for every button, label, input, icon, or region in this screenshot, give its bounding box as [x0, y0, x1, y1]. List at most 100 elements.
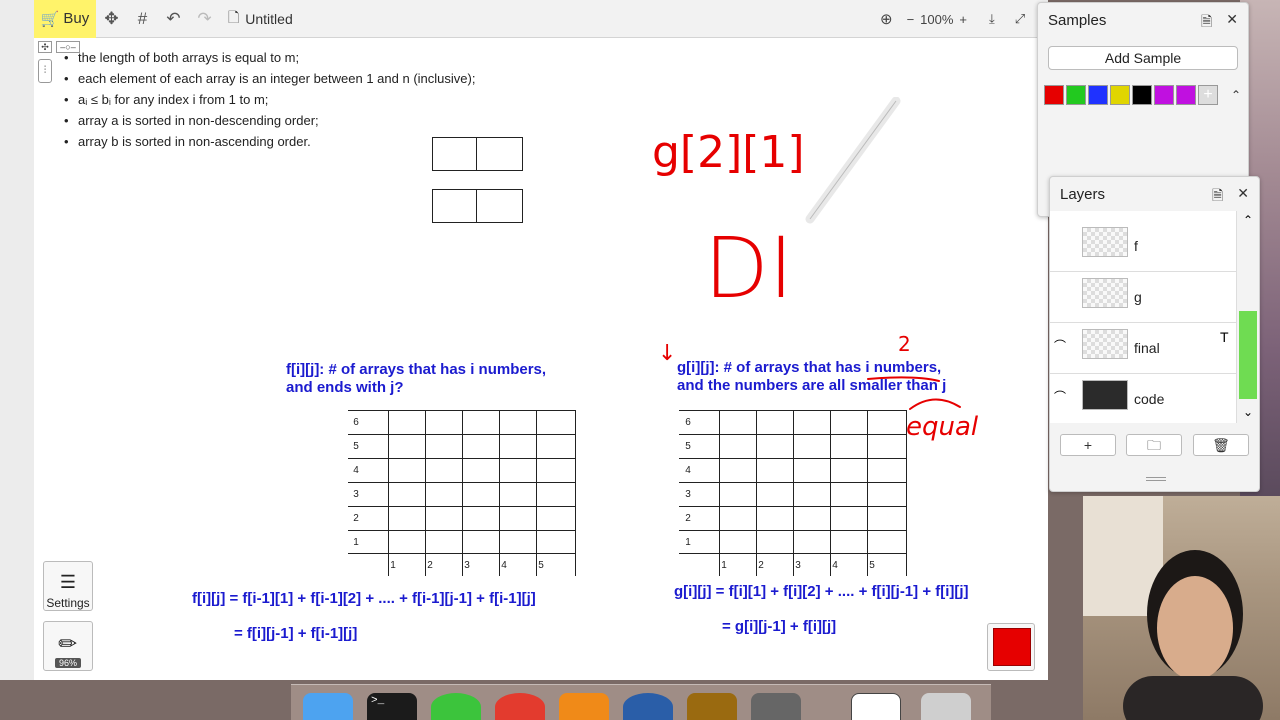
add-swatch-icon[interactable]: +: [1198, 85, 1218, 105]
settings-button[interactable]: ☰ Settings: [43, 561, 93, 611]
zoom-out-button[interactable]: −: [907, 12, 915, 27]
sublime-icon[interactable]: [559, 693, 609, 720]
move-icon[interactable]: ✥: [96, 0, 127, 38]
current-color-swatch[interactable]: [987, 623, 1035, 671]
wechat-icon[interactable]: [431, 693, 481, 720]
swatch-green[interactable]: [1066, 85, 1086, 105]
y-tick-label: 6: [685, 417, 691, 428]
swatch-black[interactable]: [1132, 85, 1152, 105]
trash-icon[interactable]: [921, 693, 971, 720]
pan-tool-icon[interactable]: ✣: [38, 41, 52, 53]
bullet-item: the length of both arrays is equal to m;: [64, 50, 299, 65]
layer-thumbnail: [1082, 278, 1128, 308]
brush-tool-button[interactable]: ✎ 96%: [43, 621, 93, 671]
redo-icon[interactable]: ↷: [189, 0, 220, 38]
y-tick-label: 5: [685, 441, 691, 452]
visibility-icon[interactable]: ⌒: [1054, 337, 1066, 354]
brush-size-badge: 96%: [54, 658, 81, 668]
slider-tool-icon[interactable]: ⫶: [38, 59, 52, 83]
toolbar: 🛒 Buy ✥ # ↶ ↷ 🗋 Untitled ⊕ − 100% + ⤓ ⤢ …: [34, 0, 1056, 38]
sketch-app-icon[interactable]: [751, 693, 801, 720]
layer-name: g: [1134, 289, 1142, 305]
cart-icon: 🛒: [40, 10, 60, 28]
layer-row-f[interactable]: f: [1050, 221, 1236, 272]
swatch-yellow[interactable]: [1110, 85, 1130, 105]
scroll-down-icon[interactable]: ⌄: [1237, 405, 1259, 419]
layer-name: final: [1134, 340, 1160, 356]
g-formula-line1: g[i][j] = f[i][1] + f[i][2] + .... + f[i…: [674, 583, 969, 600]
layer-row-code[interactable]: ⌒ code: [1050, 374, 1236, 423]
zoom-controls: ⊕ − 100% + ⤓ ⤢ ✕: [880, 0, 1056, 38]
handwritten-di: DI: [704, 219, 793, 317]
x-tick-label: 1: [390, 560, 396, 571]
close-icon[interactable]: ✕: [1237, 185, 1249, 209]
document-title[interactable]: 🗋 Untitled: [228, 7, 293, 31]
buy-label: Buy: [63, 10, 90, 27]
zoom-in-button[interactable]: +: [959, 12, 967, 27]
y-tick-label: 3: [353, 489, 359, 500]
chrome-icon[interactable]: [495, 693, 545, 720]
x-tick-label: 3: [795, 560, 801, 571]
layer-name: code: [1134, 391, 1165, 407]
swatch-red[interactable]: [1044, 85, 1064, 105]
download-icon[interactable]: ⤓: [989, 11, 995, 27]
zoom-level[interactable]: 100%: [920, 12, 953, 27]
bracket-stroke: [909, 398, 961, 410]
y-tick-label: 1: [353, 537, 359, 548]
f-formula-line1: f[i][j] = f[i-1][1] + f[i-1][2] + .... +…: [192, 590, 536, 607]
bullet-item: each element of each array is an integer…: [64, 71, 475, 86]
visibility-icon[interactable]: ⌒: [1054, 388, 1066, 405]
document-icon[interactable]: 🗎: [1201, 11, 1212, 35]
layer-list: f g ⌒ final T ⌒ code: [1050, 211, 1236, 423]
g-formula-line2: = g[i][j-1] + f[i][j]: [722, 618, 837, 635]
fullscreen-icon[interactable]: ⤢: [1015, 11, 1025, 27]
pencil-cursor-icon: [805, 97, 901, 224]
trash-icon[interactable]: 🗑: [1193, 434, 1249, 456]
finder-icon[interactable]: [303, 693, 353, 720]
x-tick-label: 1: [721, 560, 727, 571]
terminal-icon[interactable]: >_: [367, 693, 417, 720]
grid-icon[interactable]: #: [127, 0, 158, 38]
g-definition-line1: g[i][j]: # of arrays that has i numbers,: [677, 359, 942, 376]
x-tick-label: 5: [538, 560, 544, 571]
buy-button[interactable]: 🛒 Buy: [34, 0, 96, 38]
x-tick-label: 4: [501, 560, 507, 571]
x-tick-label: 2: [427, 560, 433, 571]
close-icon[interactable]: ✕: [1226, 11, 1238, 35]
browser-icon[interactable]: [623, 693, 673, 720]
y-tick-label: 6: [353, 417, 359, 428]
y-tick-label: 1: [685, 537, 691, 548]
undo-icon[interactable]: ↶: [158, 0, 189, 38]
drawing-canvas[interactable]: ✣ –○– ⫶ the length of both arrays is equ…: [34, 39, 1048, 680]
layer-row-final[interactable]: ⌒ final T: [1050, 323, 1236, 374]
layer-row-g[interactable]: g: [1050, 272, 1236, 323]
document-icon[interactable]: 🗎: [1212, 185, 1223, 209]
scroll-thumb[interactable]: [1239, 311, 1257, 399]
desktop-left-strip: [0, 0, 34, 680]
y-tick-label: 5: [353, 441, 359, 452]
layer-scrollbar[interactable]: ⌃ ⌄: [1236, 211, 1258, 423]
swatch-blue[interactable]: [1088, 85, 1108, 105]
array-box: [432, 137, 523, 171]
add-layer-button[interactable]: +: [1060, 434, 1116, 456]
bullet-item: aᵢ ≤ bᵢ for any index i from 1 to m;: [64, 92, 268, 107]
scroll-up-icon[interactable]: ⌃: [1226, 85, 1246, 105]
x-tick-label: 4: [832, 560, 838, 571]
swatch-purple[interactable]: [1154, 85, 1174, 105]
webcam-overlay: [1083, 496, 1280, 720]
zoom-fit-icon[interactable]: ⊕: [880, 10, 893, 28]
game-icon[interactable]: [687, 693, 737, 720]
bullet-item: array a is sorted in non-descending orde…: [64, 113, 319, 128]
f-definition-line1: f[i][j]: # of arrays that has i numbers,: [286, 361, 547, 378]
swatch-purple[interactable]: [1176, 85, 1196, 105]
pencil-icon: ✎: [52, 628, 84, 660]
drawing-app-window: 🛒 Buy ✥ # ↶ ↷ 🗋 Untitled ⊕ − 100% + ⤓ ⤢ …: [34, 0, 1056, 680]
preview-window-icon[interactable]: [851, 693, 901, 720]
document-title-label: Untitled: [245, 10, 293, 27]
add-sample-button[interactable]: Add Sample: [1048, 46, 1238, 70]
layers-header: Layers 🗎 ✕: [1050, 177, 1259, 211]
bullet-item: array b is sorted in non-ascending order…: [64, 134, 311, 149]
scroll-up-icon[interactable]: ⌃: [1237, 213, 1259, 227]
folder-icon[interactable]: 🗀: [1126, 434, 1182, 456]
panel-resize-handle[interactable]: [1146, 477, 1166, 481]
